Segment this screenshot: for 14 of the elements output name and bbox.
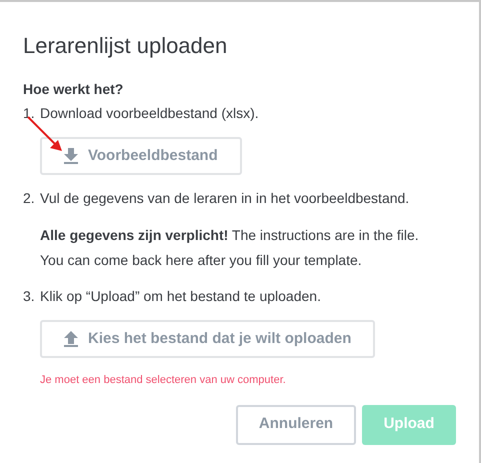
download-button[interactable]: Voorbeeldbestand: [40, 137, 242, 175]
step-text: Download voorbeeldbestand (xlsx).: [40, 104, 259, 122]
download-icon: [64, 148, 78, 164]
step-text: Vul de gegevens van de leraren in in het voorbeeldbestand.: [40, 189, 410, 207]
upload-icon: [64, 331, 78, 347]
file-select-button[interactable]: Kies het bestand dat je wilt oploaden: [40, 320, 376, 358]
section-heading: Hoe werkt het?: [23, 80, 124, 98]
step-number: 2.: [23, 189, 36, 207]
cancel-button[interactable]: Annuleren: [236, 404, 356, 444]
step-note: Alle gegevens zijn verplicht! The instructions are in the file. You can come back here after you fill your template.: [40, 226, 420, 270]
error-message: Je moet een bestand selecteren van uw computer.: [40, 373, 287, 388]
dialog-title: Lerarenlijst uploaden: [23, 32, 228, 60]
step-number: 3.: [23, 287, 36, 305]
step-text: Klik op “Upload” om het bestand te uploaden.: [40, 287, 321, 305]
